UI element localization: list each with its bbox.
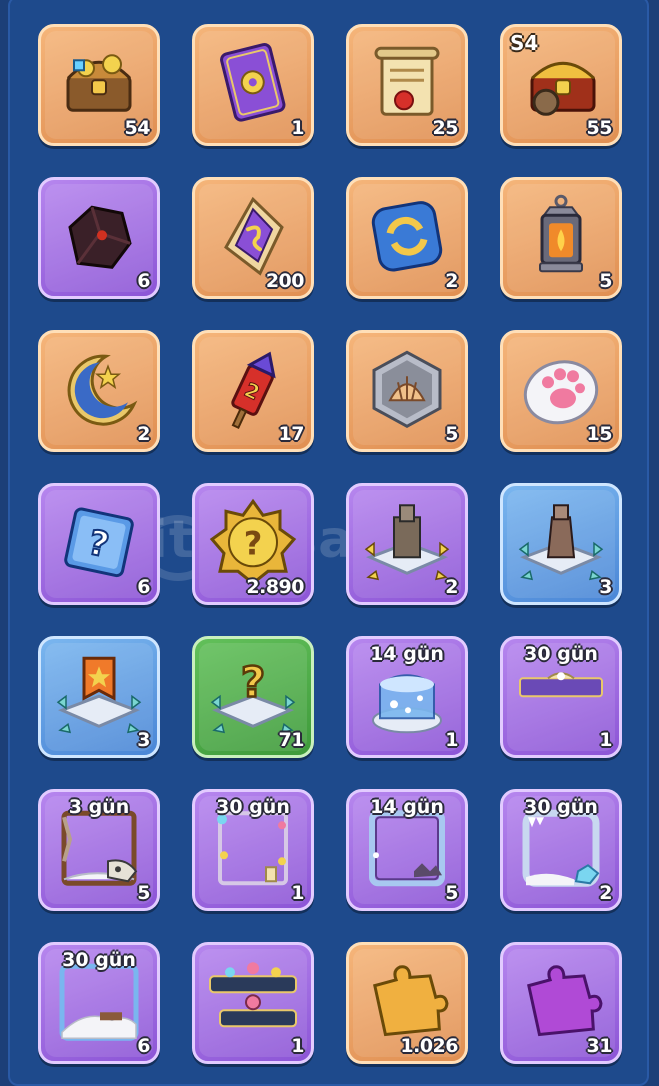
inventory-item[interactable]: 2 xyxy=(346,483,468,605)
item-count: 2 xyxy=(599,882,612,904)
tower-platform-icon xyxy=(518,499,604,585)
svg-text:?: ? xyxy=(244,524,263,562)
scroll-icon xyxy=(364,40,450,126)
item-count: 3 xyxy=(137,729,150,751)
item-count: 2.890 xyxy=(246,576,304,598)
item-count: 2 xyxy=(445,270,458,292)
inventory-item[interactable]: 1 xyxy=(192,24,314,146)
inventory-item[interactable]: 30 gün 1 xyxy=(192,789,314,911)
item-duration: 30 gün xyxy=(524,796,598,818)
lantern-icon xyxy=(518,193,604,279)
inventory-item[interactable]: ? 6 xyxy=(38,483,160,605)
inventory-grid: 54 1 25 S4 55 6 200 2 5 2 2 17 5 15? 6? 2.890 2 3 3? 71 14 g… xyxy=(38,24,622,1064)
inventory-item[interactable]: 2 xyxy=(346,177,468,299)
item-duration: 3 gün xyxy=(68,796,130,818)
item-duration: 14 gün xyxy=(370,643,444,665)
treasure-chest-icon xyxy=(56,40,142,126)
skull-frame-icon xyxy=(56,805,142,891)
item-duration: 30 gün xyxy=(62,949,136,971)
mystery-badge-icon: ? xyxy=(209,498,297,586)
banner-platform-icon xyxy=(56,652,142,738)
item-count: 71 xyxy=(278,729,305,751)
festive-frame-icon xyxy=(210,805,296,891)
firework-rocket-icon: 2 xyxy=(210,346,296,432)
inventory-item[interactable]: 54 xyxy=(38,24,160,146)
item-count: 6 xyxy=(137,270,150,292)
item-count: 3 xyxy=(599,576,612,598)
purple-card-icon xyxy=(210,40,296,126)
question-platform-icon: ? xyxy=(210,652,296,738)
inventory-item[interactable]: 30 gün 1 xyxy=(500,636,622,758)
chat-bubble-icon xyxy=(209,958,297,1044)
inventory-item[interactable]: 3 gün 5 xyxy=(38,789,160,911)
nameplate-icon xyxy=(518,652,604,738)
item-count: 1 xyxy=(291,882,304,904)
inventory-item[interactable]: 2 xyxy=(38,330,160,452)
inventory-item[interactable]: 14 gün 5 xyxy=(346,789,468,911)
inventory-item[interactable]: 5 xyxy=(346,330,468,452)
swap-token-icon xyxy=(364,193,450,279)
item-count: 1 xyxy=(291,117,304,139)
item-count: 31 xyxy=(586,1035,613,1057)
item-count: 1 xyxy=(291,1035,304,1057)
dark-ore-icon xyxy=(56,193,142,279)
item-count: 25 xyxy=(432,117,459,139)
inventory-item[interactable]: 3 xyxy=(500,483,622,605)
snow-frame-icon xyxy=(56,958,142,1044)
item-duration: 30 gün xyxy=(216,796,290,818)
purple-gem-icon xyxy=(210,193,296,279)
item-count: 2 xyxy=(137,423,150,445)
crescent-moon-icon xyxy=(56,346,142,432)
item-duration: 30 gün xyxy=(524,643,598,665)
inventory-item[interactable]: 1 xyxy=(192,942,314,1064)
purple-puzzle-icon xyxy=(518,958,604,1044)
paw-token-icon xyxy=(518,346,604,432)
item-count: 1 xyxy=(599,729,612,751)
inventory-item[interactable]: 1.026 xyxy=(346,942,468,1064)
mystery-card-icon: ? xyxy=(56,499,142,585)
item-count: 5 xyxy=(445,423,458,445)
inventory-item[interactable]: ? 2.890 xyxy=(192,483,314,605)
item-duration: 14 gün xyxy=(370,796,444,818)
inventory-item[interactable]: S4 55 xyxy=(500,24,622,146)
item-count: 200 xyxy=(265,270,305,292)
snow-globe-icon xyxy=(364,652,450,738)
inventory-item[interactable]: 200 xyxy=(192,177,314,299)
item-count: 2 xyxy=(445,576,458,598)
inventory-item[interactable]: 6 xyxy=(38,177,160,299)
winter-frame-icon xyxy=(364,805,450,891)
inventory-item[interactable]: 15 xyxy=(500,330,622,452)
inventory-item[interactable]: 25 xyxy=(346,24,468,146)
item-count: 55 xyxy=(586,117,613,139)
item-count: 17 xyxy=(278,423,305,445)
shell-coin-icon xyxy=(364,346,450,432)
item-count: 15 xyxy=(586,423,613,445)
item-count: 6 xyxy=(137,1035,150,1057)
inventory-item[interactable]: 3 xyxy=(38,636,160,758)
ice-frame-icon xyxy=(518,805,604,891)
gold-puzzle-icon xyxy=(364,958,450,1044)
inventory-item[interactable]: 31 xyxy=(500,942,622,1064)
inventory-item[interactable]: 30 gün 6 xyxy=(38,942,160,1064)
item-count: 6 xyxy=(137,576,150,598)
item-count: 5 xyxy=(445,882,458,904)
item-count: 1 xyxy=(445,729,458,751)
inventory-item[interactable]: 14 gün 1 xyxy=(346,636,468,758)
item-count: 1.026 xyxy=(400,1035,458,1057)
inventory-item[interactable]: 30 gün 2 xyxy=(500,789,622,911)
castle-platform-icon xyxy=(364,499,450,585)
inventory-item[interactable]: 2 17 xyxy=(192,330,314,452)
svg-text:?: ? xyxy=(241,657,265,706)
item-count: 54 xyxy=(124,117,151,139)
item-count: 5 xyxy=(599,270,612,292)
inventory-item[interactable]: ? 71 xyxy=(192,636,314,758)
inventory-item[interactable]: 5 xyxy=(500,177,622,299)
season-label: S4 xyxy=(510,31,539,55)
item-count: 5 xyxy=(137,882,150,904)
